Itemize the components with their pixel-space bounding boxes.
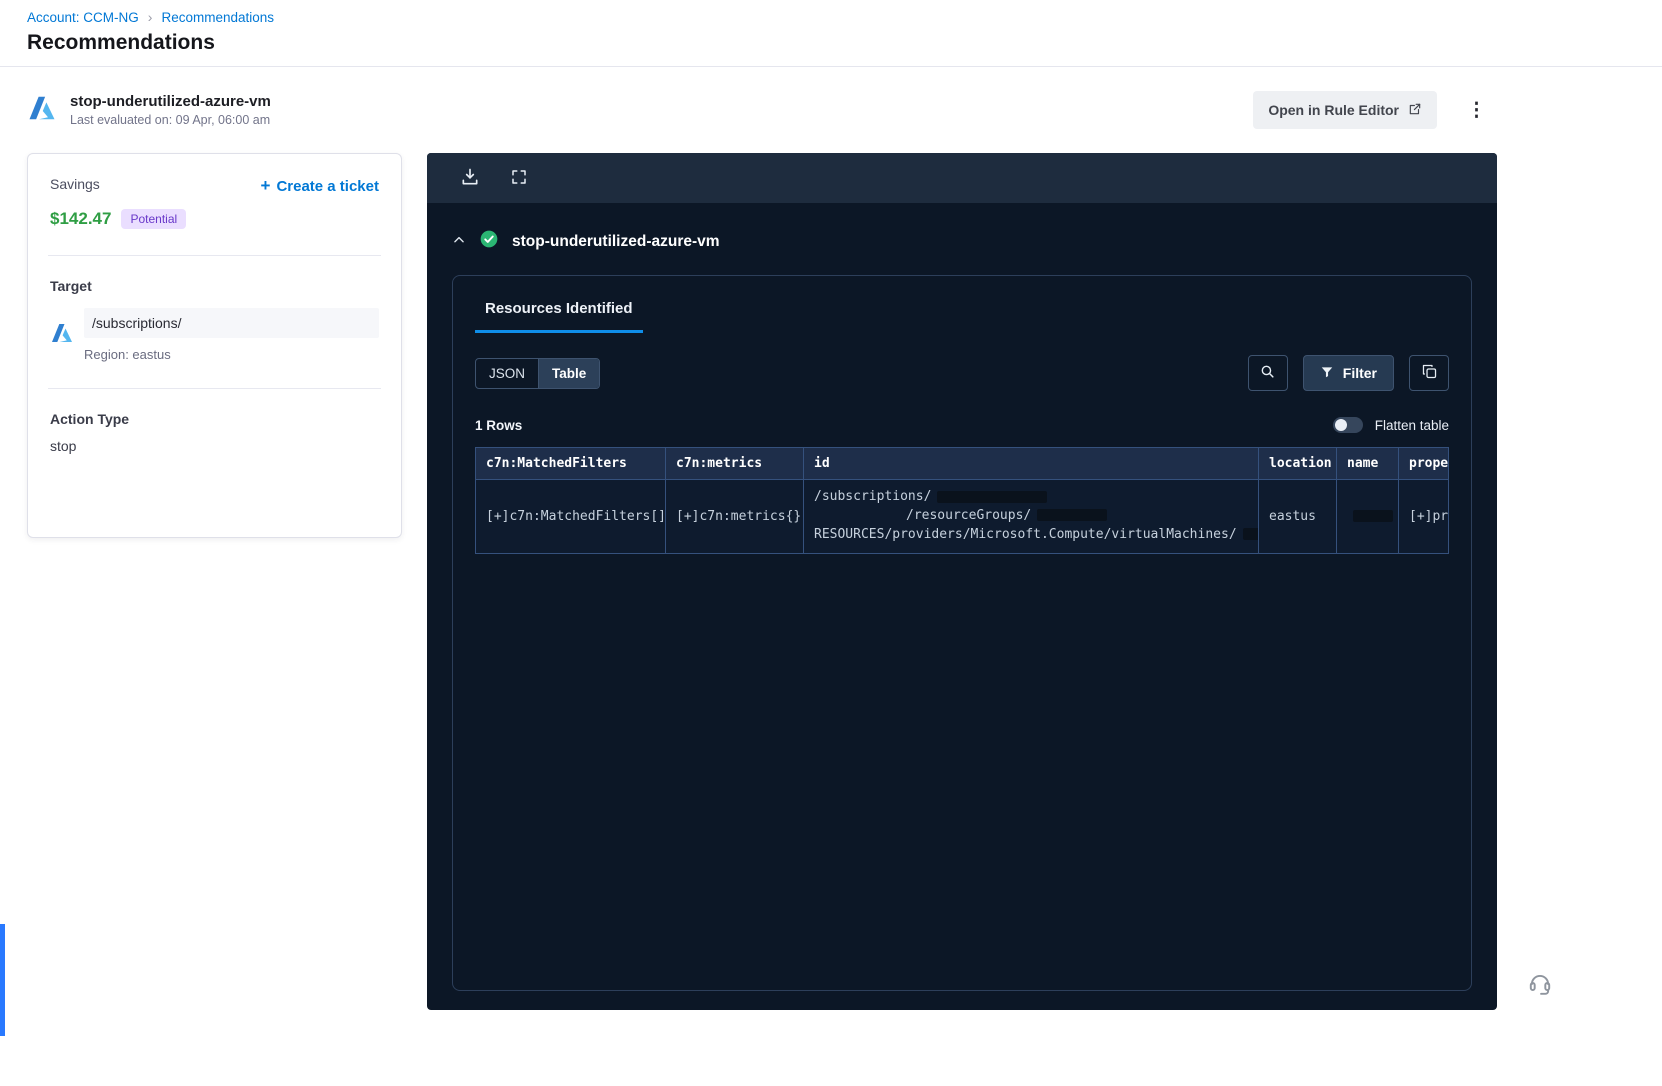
card-divider xyxy=(48,255,381,256)
redacted-block xyxy=(1242,528,1258,541)
filter-icon xyxy=(1320,365,1334,382)
toggle-knob xyxy=(1334,419,1347,431)
matchedfilters-expand: [+]c7n:MatchedFilters[] xyxy=(486,508,666,524)
col-header-properties: propert xyxy=(1398,447,1449,480)
viewer-title-row: stop-underutilized-azure-vm xyxy=(427,203,1497,254)
copy-icon xyxy=(1421,363,1438,383)
view-mode-json[interactable]: JSON xyxy=(476,359,538,388)
create-ticket-link[interactable]: + Create a ticket xyxy=(261,176,380,196)
savings-amount: $142.47 xyxy=(50,209,112,228)
metrics-expand: [+]c7n:metrics{} xyxy=(676,508,802,524)
expand-icon xyxy=(510,168,528,189)
search-icon xyxy=(1259,363,1276,383)
resources-table: c7n:MatchedFilters c7n:metrics id locati… xyxy=(475,447,1449,554)
chevron-up-icon xyxy=(452,233,466,250)
col-header-metrics: c7n:metrics xyxy=(665,447,804,480)
page-header: Account: CCM-NG › Recommendations Recomm… xyxy=(0,0,1662,67)
flatten-table-toggle[interactable] xyxy=(1332,417,1363,433)
breadcrumb: Account: CCM-NG › Recommendations xyxy=(27,9,1662,25)
rule-header-texts: stop-underutilized-azure-vm Last evaluat… xyxy=(70,93,271,127)
redacted-block xyxy=(1037,509,1108,522)
savings-card: Savings + Create a ticket $142.47 Potent… xyxy=(27,153,402,538)
rows-info-row: 1 Rows Flatten table xyxy=(475,417,1449,433)
flatten-table-label: Flatten table xyxy=(1374,417,1449,433)
col-header-location: location xyxy=(1258,447,1337,480)
resources-viewer-panel: stop-underutilized-azure-vm Resources Id… xyxy=(427,153,1497,1010)
breadcrumb-separator-icon: › xyxy=(147,9,153,25)
search-button[interactable] xyxy=(1247,355,1288,391)
rule-name: stop-underutilized-azure-vm xyxy=(70,93,271,110)
viewer-toolbar xyxy=(427,153,1497,203)
cell-properties[interactable]: [+]prop xyxy=(1398,479,1449,554)
potential-badge: Potential xyxy=(121,209,187,229)
savings-label: Savings xyxy=(50,176,100,192)
left-edge-accent xyxy=(0,924,5,1036)
target-region: Region: eastus xyxy=(84,347,171,362)
cell-id: /subscriptions/ /resourceGroups/ RESOURC… xyxy=(803,479,1259,554)
id-line2: /resourceGroups/ xyxy=(906,507,1032,523)
location-value: eastus xyxy=(1269,508,1316,524)
resources-identified-section: Resources Identified JSON Table Filter 1… xyxy=(452,275,1472,991)
page-title: Recommendations xyxy=(27,31,215,54)
table-controls-row: JSON Table Filter xyxy=(475,355,1449,391)
flatten-table-control: Flatten table xyxy=(1332,417,1449,433)
download-icon xyxy=(460,167,480,190)
id-line1: /subscriptions/ xyxy=(814,489,932,504)
id-line3: RESOURCES/providers/Microsoft.Compute/vi… xyxy=(814,526,1237,542)
card-divider xyxy=(48,388,381,389)
create-ticket-label: Create a ticket xyxy=(276,177,379,195)
azure-logo-icon xyxy=(27,93,57,128)
table-row: [+]c7n:MatchedFilters[] [+]c7n:metrics{}… xyxy=(475,479,1449,554)
rule-last-evaluated: Last evaluated on: 09 Apr, 06:00 am xyxy=(70,113,271,127)
properties-expand: [+]prop xyxy=(1409,508,1449,524)
viewer-rule-name: stop-underutilized-azure-vm xyxy=(512,232,720,250)
table-header-row: c7n:MatchedFilters c7n:metrics id locati… xyxy=(475,447,1449,480)
table-actions: Filter xyxy=(1247,355,1449,391)
kebab-menu-icon[interactable]: ⋮ xyxy=(1461,97,1492,124)
resources-table-wrap: c7n:MatchedFilters c7n:metrics id locati… xyxy=(475,447,1449,554)
rows-count: 1 Rows xyxy=(475,417,523,433)
cell-location: eastus xyxy=(1258,479,1337,554)
rule-header: stop-underutilized-azure-vm Last evaluat… xyxy=(0,68,1662,152)
cell-name xyxy=(1336,479,1399,554)
download-button[interactable] xyxy=(460,167,480,190)
redacted-block xyxy=(937,490,1048,503)
fullscreen-button[interactable] xyxy=(510,168,528,189)
col-header-name: name xyxy=(1336,447,1399,480)
view-mode-table[interactable]: Table xyxy=(538,358,600,388)
action-type-label: Action Type xyxy=(50,411,130,427)
target-label: Target xyxy=(50,278,92,294)
open-in-rule-editor-label: Open in Rule Editor xyxy=(1268,102,1399,118)
breadcrumb-recommendations-link[interactable]: Recommendations xyxy=(161,10,274,25)
filter-label: Filter xyxy=(1342,365,1377,381)
collapse-button[interactable] xyxy=(452,233,466,250)
check-circle-icon xyxy=(479,229,499,254)
col-header-matchedfilters: c7n:MatchedFilters xyxy=(475,447,666,480)
copy-button[interactable] xyxy=(1409,355,1449,391)
view-mode-segmented-control: JSON Table xyxy=(475,357,601,389)
cell-matchedfilters[interactable]: [+]c7n:MatchedFilters[] xyxy=(475,479,666,554)
target-path: /subscriptions/ xyxy=(84,308,379,338)
action-type-value: stop xyxy=(50,438,77,454)
breadcrumb-account-link[interactable]: Account: CCM-NG xyxy=(27,10,139,25)
filter-button[interactable]: Filter xyxy=(1302,355,1394,391)
col-header-id: id xyxy=(803,447,1259,480)
plus-icon: + xyxy=(260,176,271,195)
external-link-icon xyxy=(1408,102,1422,119)
cell-metrics[interactable]: [+]c7n:metrics{} xyxy=(665,479,804,554)
help-support-icon[interactable] xyxy=(1527,970,1553,996)
open-in-rule-editor-button[interactable]: Open in Rule Editor xyxy=(1253,91,1437,129)
rule-header-actions: Open in Rule Editor ⋮ xyxy=(1253,91,1492,129)
rule-header-left: stop-underutilized-azure-vm Last evaluat… xyxy=(27,93,271,128)
tab-resources-identified[interactable]: Resources Identified xyxy=(475,294,643,333)
redacted-block xyxy=(1353,510,1393,523)
azure-target-icon xyxy=(50,321,74,350)
target-row: /subscriptions/ Region: eastus xyxy=(50,308,379,362)
